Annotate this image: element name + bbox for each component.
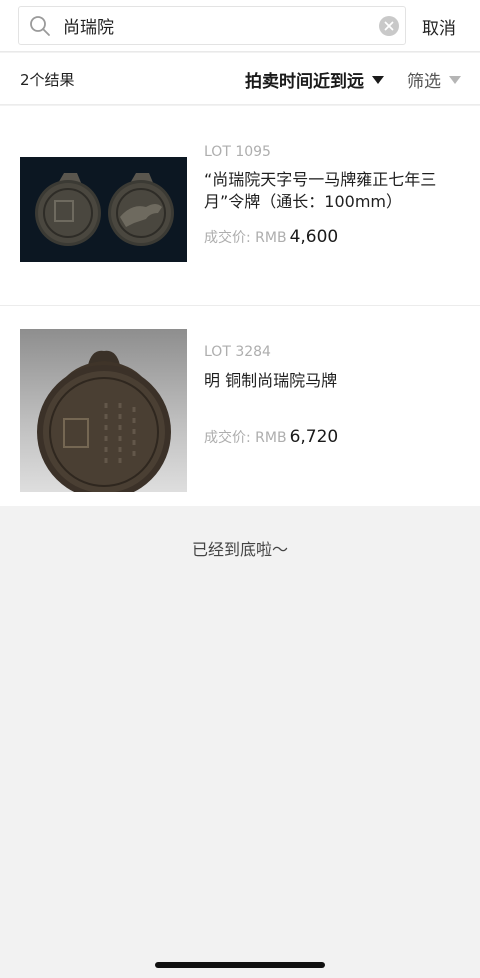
filter-label: 筛选: [407, 72, 441, 92]
clear-icon[interactable]: [379, 16, 399, 36]
caret-down-icon: [372, 76, 384, 84]
price-label: 成交价: RMB: [204, 430, 287, 446]
price-value: 6,720: [289, 427, 339, 447]
lot-title: 明 铜制尚瑞院马牌: [204, 371, 338, 390]
price-value: 4,600: [289, 227, 339, 247]
price-label: 成交价: RMB: [204, 230, 287, 246]
sort-dropdown[interactable]: 拍卖时间近到远: [245, 67, 384, 92]
top-search-bar: 取消: [0, 0, 480, 52]
sort-label: 拍卖时间近到远: [245, 72, 364, 92]
filter-bar: 2个结果 拍卖时间近到远 筛选: [0, 53, 480, 105]
lot-title: “尚瑞院天字号一马牌雍正七年三月”令牌（通长：100mm）: [204, 170, 437, 211]
list-item[interactable]: LOT 3284 明 铜制尚瑞院马牌 成交价: RMB 6,720: [0, 306, 480, 506]
lot-number: LOT 1095: [204, 144, 271, 160]
filter-dropdown[interactable]: 筛选: [407, 67, 461, 92]
lot-image: [20, 329, 187, 492]
home-indicator[interactable]: [155, 962, 325, 968]
search-icon: [30, 16, 50, 36]
result-list: LOT 1095 “尚瑞院天字号一马牌雍正七年三月”令牌（通长：100mm） 成…: [0, 106, 480, 506]
lot-image: [20, 157, 187, 262]
end-of-list-note: 已经到底啦～: [191, 540, 288, 559]
search-input[interactable]: [63, 7, 363, 44]
price-row: 成交价: RMB 4,600: [204, 227, 338, 247]
list-item[interactable]: LOT 1095 “尚瑞院天字号一马牌雍正七年三月”令牌（通长：100mm） 成…: [0, 106, 480, 306]
lot-number: LOT 3284: [204, 344, 271, 360]
price-row: 成交价: RMB 6,720: [204, 427, 338, 447]
caret-down-icon: [449, 76, 461, 84]
result-count: 2个结果: [20, 71, 75, 89]
cancel-button[interactable]: 取消: [422, 14, 456, 39]
search-box[interactable]: [18, 6, 406, 45]
